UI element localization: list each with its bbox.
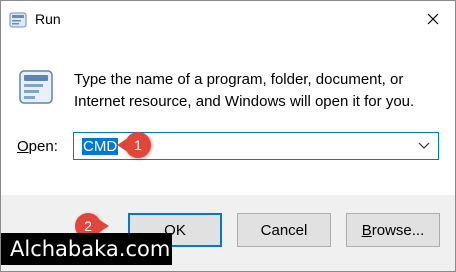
open-input-value[interactable]: CMD [82,138,119,155]
cancel-button-label: Cancel [260,221,308,239]
step-1-badge: 1 [125,132,151,158]
step-1-marker: 1 [117,132,151,158]
watermark: Alchabaka.com [1,233,172,265]
close-button[interactable] [411,1,455,37]
cancel-button[interactable]: Cancel [237,213,331,247]
browse-mnemonic: B [361,221,372,239]
browse-button-label: Browse... [362,222,425,239]
run-dialog-icon [19,70,53,104]
chevron-down-icon[interactable] [418,141,430,151]
description-line-1: Type the name of a program, folder, docu… [74,71,404,88]
open-label-mnemonic: O [17,138,29,155]
title-bar: Run [1,1,455,37]
close-icon [427,13,439,25]
dialog-description: Type the name of a program, folder, docu… [74,69,444,113]
browse-label-rest: rowse... [371,221,425,239]
window-title: Run [35,11,61,27]
run-dialog: Run Type the name of a program, folder, … [0,0,456,272]
open-label: Open: [17,138,58,155]
description-line-2: Internet resource, and Windows will open… [74,93,415,110]
open-label-rest: pen: [28,138,58,155]
browse-button[interactable]: Browse... [346,213,440,247]
run-app-icon [9,12,27,28]
